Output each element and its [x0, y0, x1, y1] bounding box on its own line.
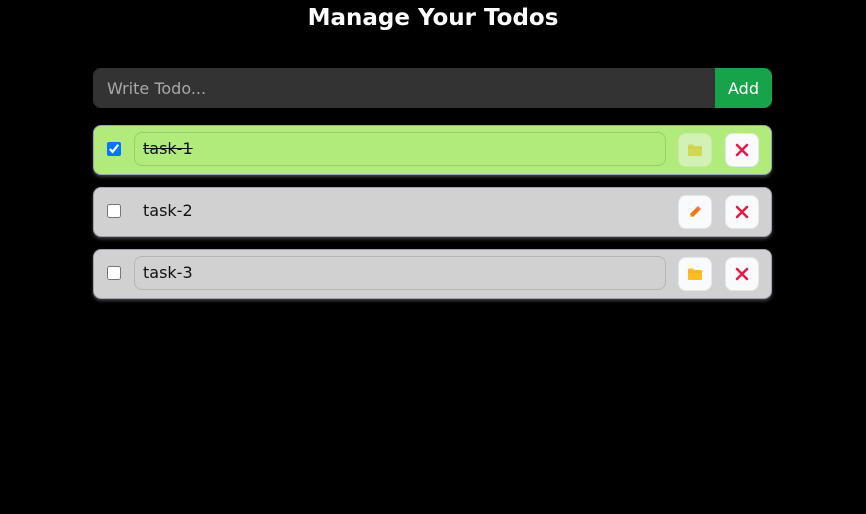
add-button[interactable]: Add [715, 68, 772, 108]
todo-list: task-1 task-2 task-3 [93, 125, 772, 311]
todo-item: task-1 [93, 125, 772, 175]
delete-button[interactable] [725, 257, 759, 291]
close-icon [735, 143, 749, 157]
close-icon [735, 267, 749, 281]
close-icon [735, 205, 749, 219]
todo-checkbox[interactable] [107, 266, 121, 280]
folder-icon [687, 267, 703, 281]
add-todo-form: Add [93, 68, 772, 108]
todo-item: task-3 [93, 249, 772, 299]
todo-text-field[interactable]: task-1 [134, 132, 666, 166]
todo-text-field[interactable]: task-3 [134, 256, 666, 290]
save-button[interactable] [678, 133, 712, 167]
todo-text-field[interactable]: task-2 [134, 194, 666, 228]
todo-checkbox[interactable] [107, 142, 121, 156]
delete-button[interactable] [725, 195, 759, 229]
page-title: Manage Your Todos [307, 5, 559, 31]
todo-item: task-2 [93, 187, 772, 237]
folder-icon [687, 143, 703, 157]
edit-button[interactable] [678, 195, 712, 229]
todo-input[interactable] [93, 68, 715, 108]
delete-button[interactable] [725, 133, 759, 167]
save-button[interactable] [678, 257, 712, 291]
pencil-icon [687, 204, 703, 220]
todo-checkbox[interactable] [107, 204, 121, 218]
